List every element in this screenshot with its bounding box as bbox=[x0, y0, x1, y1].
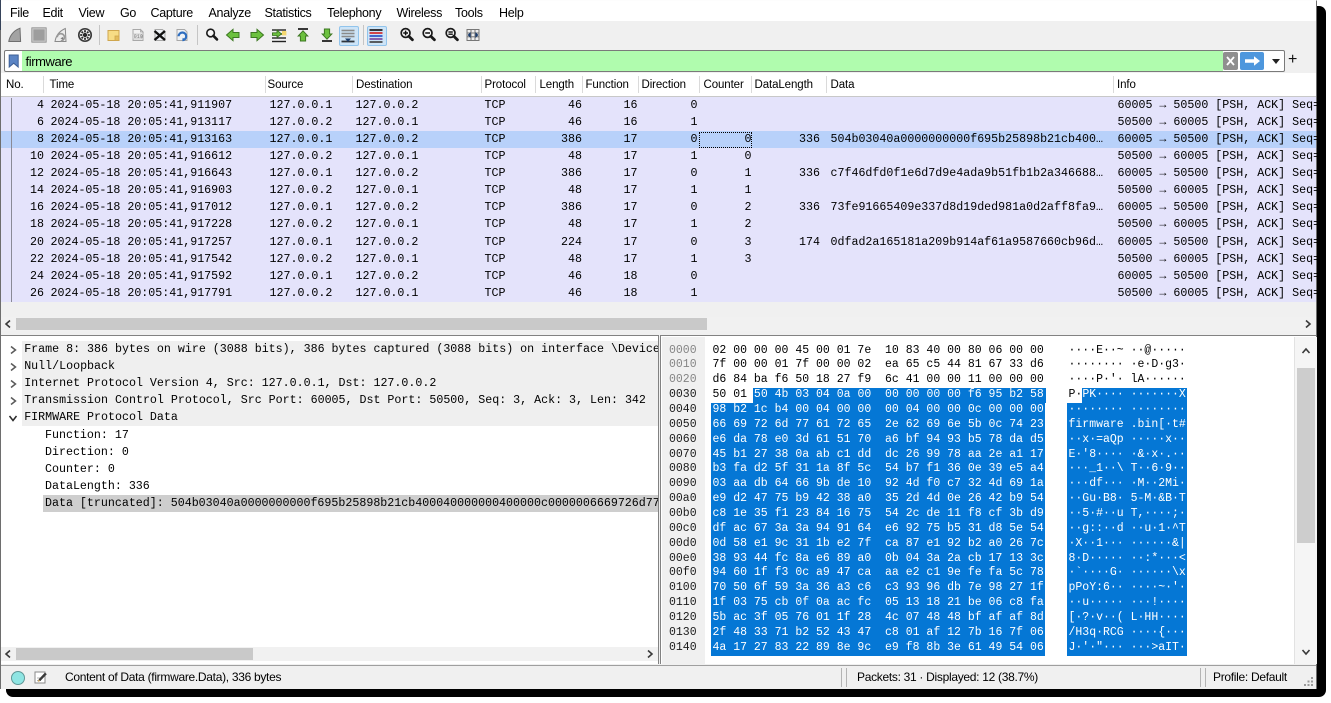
svg-text:010: 010 bbox=[134, 34, 143, 40]
